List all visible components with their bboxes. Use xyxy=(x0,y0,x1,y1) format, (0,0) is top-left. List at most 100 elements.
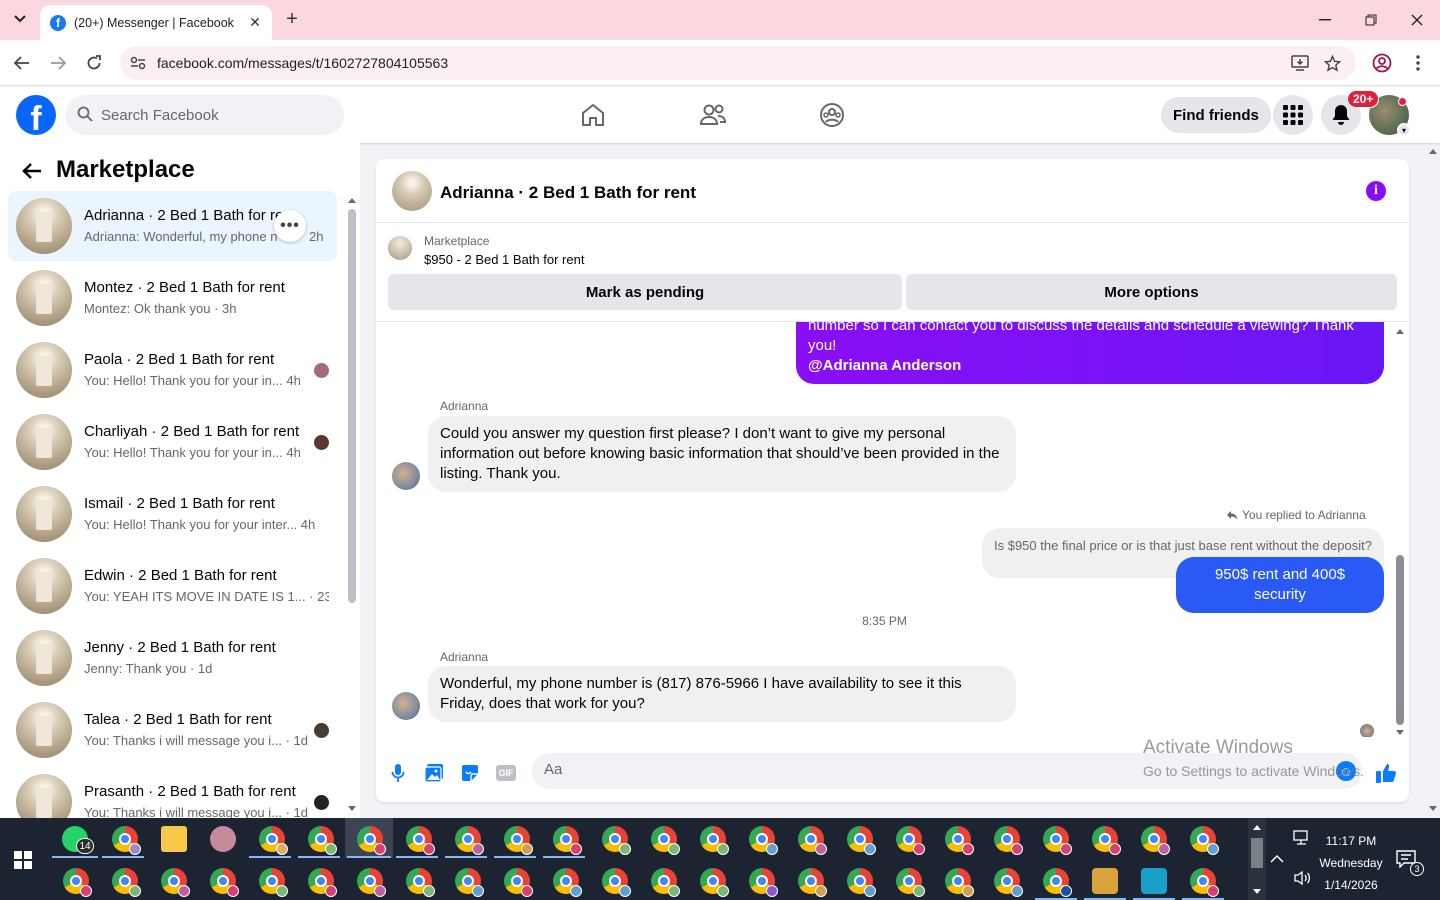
app-icon[interactable] xyxy=(1092,868,1118,894)
thumbs-up-icon[interactable] xyxy=(1374,761,1398,785)
chrome-profile-icon[interactable] xyxy=(161,868,190,897)
tab-list-chevron-icon[interactable] xyxy=(9,8,31,30)
conversation-item[interactable]: Jenny · 2 Bed 1 Bath for rent Jenny: Tha… xyxy=(8,623,337,693)
outgoing-message[interactable]: number so I can contact you to discuss t… xyxy=(796,322,1384,384)
install-app-icon[interactable] xyxy=(1290,53,1310,73)
gif-icon[interactable]: GIF xyxy=(494,761,518,785)
chrome-profile-icon[interactable] xyxy=(63,868,92,897)
chrome-profile-icon[interactable] xyxy=(945,868,974,897)
chrome-profile-icon[interactable] xyxy=(847,826,876,855)
chrome-profile-icon[interactable] xyxy=(749,826,778,855)
chrome-profile-icon[interactable] xyxy=(1190,868,1219,897)
conversation-item[interactable]: Edwin · 2 Bed 1 Bath for rent You: YEAH … xyxy=(8,551,337,621)
listing-price[interactable]: $950 - 2 Bed 1 Bath for rent xyxy=(424,252,584,267)
browser-menu-icon[interactable] xyxy=(1406,51,1430,75)
chat-scrollbar[interactable] xyxy=(1393,323,1407,737)
bookmark-star-icon[interactable] xyxy=(1322,53,1342,73)
chrome-profile-icon[interactable] xyxy=(945,826,974,855)
browser-tab-active[interactable]: f (20+) Messenger | Facebook ✕ xyxy=(40,5,272,40)
show-hidden-icons-chevron-icon[interactable] xyxy=(1270,852,1284,866)
chrome-profile-icon[interactable] xyxy=(259,826,288,855)
incoming-message[interactable]: Could you answer my question first pleas… xyxy=(428,416,1016,492)
notification-center-icon[interactable]: 3 xyxy=(1396,850,1424,876)
chrome-profile-icon[interactable] xyxy=(455,826,484,855)
app-icon[interactable] xyxy=(1141,868,1167,894)
chrome-profile-icon[interactable] xyxy=(553,868,582,897)
mention-text[interactable]: @Adrianna Anderson xyxy=(808,356,1372,376)
more-options-button[interactable]: More options xyxy=(906,274,1397,310)
chrome-profile-icon[interactable] xyxy=(553,826,582,855)
sender-avatar[interactable] xyxy=(392,462,420,490)
facebook-search-input[interactable] xyxy=(101,106,321,124)
whatsapp-icon[interactable]: 14 xyxy=(62,826,94,854)
conversation-item[interactable]: Charliyah · 2 Bed 1 Bath for rent You: H… xyxy=(8,407,337,477)
chrome-profile-icon[interactable] xyxy=(700,826,729,855)
new-tab-plus-icon[interactable]: + xyxy=(282,9,302,29)
conversation-item[interactable]: Talea · 2 Bed 1 Bath for rent You: Thank… xyxy=(8,695,337,765)
profile-icon[interactable] xyxy=(1370,51,1394,75)
chrome-profile-icon[interactable] xyxy=(455,868,484,897)
chrome-profile-icon[interactable] xyxy=(896,826,925,855)
conversation-list-scrollbar[interactable] xyxy=(347,193,359,813)
chrome-profile-icon[interactable] xyxy=(504,826,533,855)
system-clock[interactable]: 11:17 PM Wednesday 1/14/2026 xyxy=(1316,830,1386,896)
network-icon[interactable] xyxy=(1293,830,1311,849)
chrome-profile-icon[interactable] xyxy=(1092,826,1121,855)
chrome-profile-icon[interactable] xyxy=(406,868,435,897)
minimize-icon[interactable] xyxy=(1313,8,1337,32)
paint-icon[interactable] xyxy=(210,826,236,852)
chrome-profile-icon[interactable] xyxy=(112,826,141,855)
chrome-profile-icon[interactable] xyxy=(798,826,827,855)
facebook-search-box[interactable] xyxy=(65,95,344,135)
chrome-profile-icon[interactable] xyxy=(1043,826,1072,855)
chrome-profile-icon[interactable] xyxy=(994,826,1023,855)
back-arrow-icon[interactable] xyxy=(10,51,34,75)
chrome-profile-icon[interactable] xyxy=(1043,868,1072,897)
emoji-icon[interactable]: ☺ xyxy=(1336,761,1356,781)
chrome-profile-icon[interactable] xyxy=(749,868,778,897)
chrome-profile-icon[interactable] xyxy=(1141,826,1170,855)
chrome-profile-icon[interactable] xyxy=(1190,826,1219,855)
chrome-profile-icon[interactable] xyxy=(651,868,680,897)
chrome-profile-icon[interactable] xyxy=(406,826,435,855)
chrome-profile-icon[interactable] xyxy=(994,868,1023,897)
back-arrow-icon[interactable] xyxy=(20,159,44,183)
chrome-profile-icon[interactable] xyxy=(504,868,533,897)
chat-title[interactable]: Adrianna · 2 Bed 1 Bath for rent xyxy=(440,183,696,203)
menu-grid-icon[interactable] xyxy=(1273,95,1313,135)
chrome-profile-icon[interactable] xyxy=(112,868,141,897)
scrollbar-thumb[interactable] xyxy=(348,209,356,603)
chrome-profile-icon[interactable] xyxy=(308,826,337,855)
chrome-profile-icon[interactable] xyxy=(210,868,239,897)
close-window-icon[interactable] xyxy=(1405,8,1429,32)
chrome-profile-icon[interactable] xyxy=(700,868,729,897)
forward-arrow-icon[interactable] xyxy=(46,51,70,75)
sender-avatar[interactable] xyxy=(392,692,420,720)
site-settings-icon[interactable] xyxy=(128,53,148,73)
windows-start-icon[interactable] xyxy=(14,851,32,869)
message-input-box[interactable]: ☺ xyxy=(532,753,1362,789)
reload-icon[interactable] xyxy=(82,51,106,75)
chrome-profile-icon[interactable] xyxy=(602,826,631,855)
incoming-message[interactable]: Wonderful, my phone number is (817) 876-… xyxy=(428,666,1016,722)
conversation-item[interactable]: Montez · 2 Bed 1 Bath for rent Montez: O… xyxy=(8,263,337,333)
microphone-icon[interactable] xyxy=(386,761,410,785)
chrome-profile-icon[interactable] xyxy=(357,826,386,855)
scrollbar-thumb[interactable] xyxy=(1396,555,1404,725)
conversation-item[interactable]: Adrianna · 2 Bed 1 Bath for rent Adriann… xyxy=(8,191,337,261)
message-input[interactable] xyxy=(544,761,1304,778)
taskbar-scrollbar[interactable] xyxy=(1248,818,1266,900)
info-icon[interactable]: i xyxy=(1366,181,1386,201)
reply-message[interactable]: 950$ rent and 400$ security xyxy=(1176,557,1384,613)
friends-nav-icon[interactable] xyxy=(697,99,729,131)
chrome-profile-icon[interactable] xyxy=(896,868,925,897)
chrome-profile-icon[interactable] xyxy=(308,868,337,897)
chat-avatar[interactable] xyxy=(392,171,432,211)
photo-attach-icon[interactable] xyxy=(422,761,446,785)
chrome-profile-icon[interactable] xyxy=(602,868,631,897)
more-options-icon[interactable]: ••• xyxy=(274,210,306,242)
page-scrollbar[interactable] xyxy=(1426,143,1440,818)
chrome-profile-icon[interactable] xyxy=(847,868,876,897)
maximize-icon[interactable] xyxy=(1359,8,1383,32)
volume-icon[interactable] xyxy=(1293,870,1311,889)
